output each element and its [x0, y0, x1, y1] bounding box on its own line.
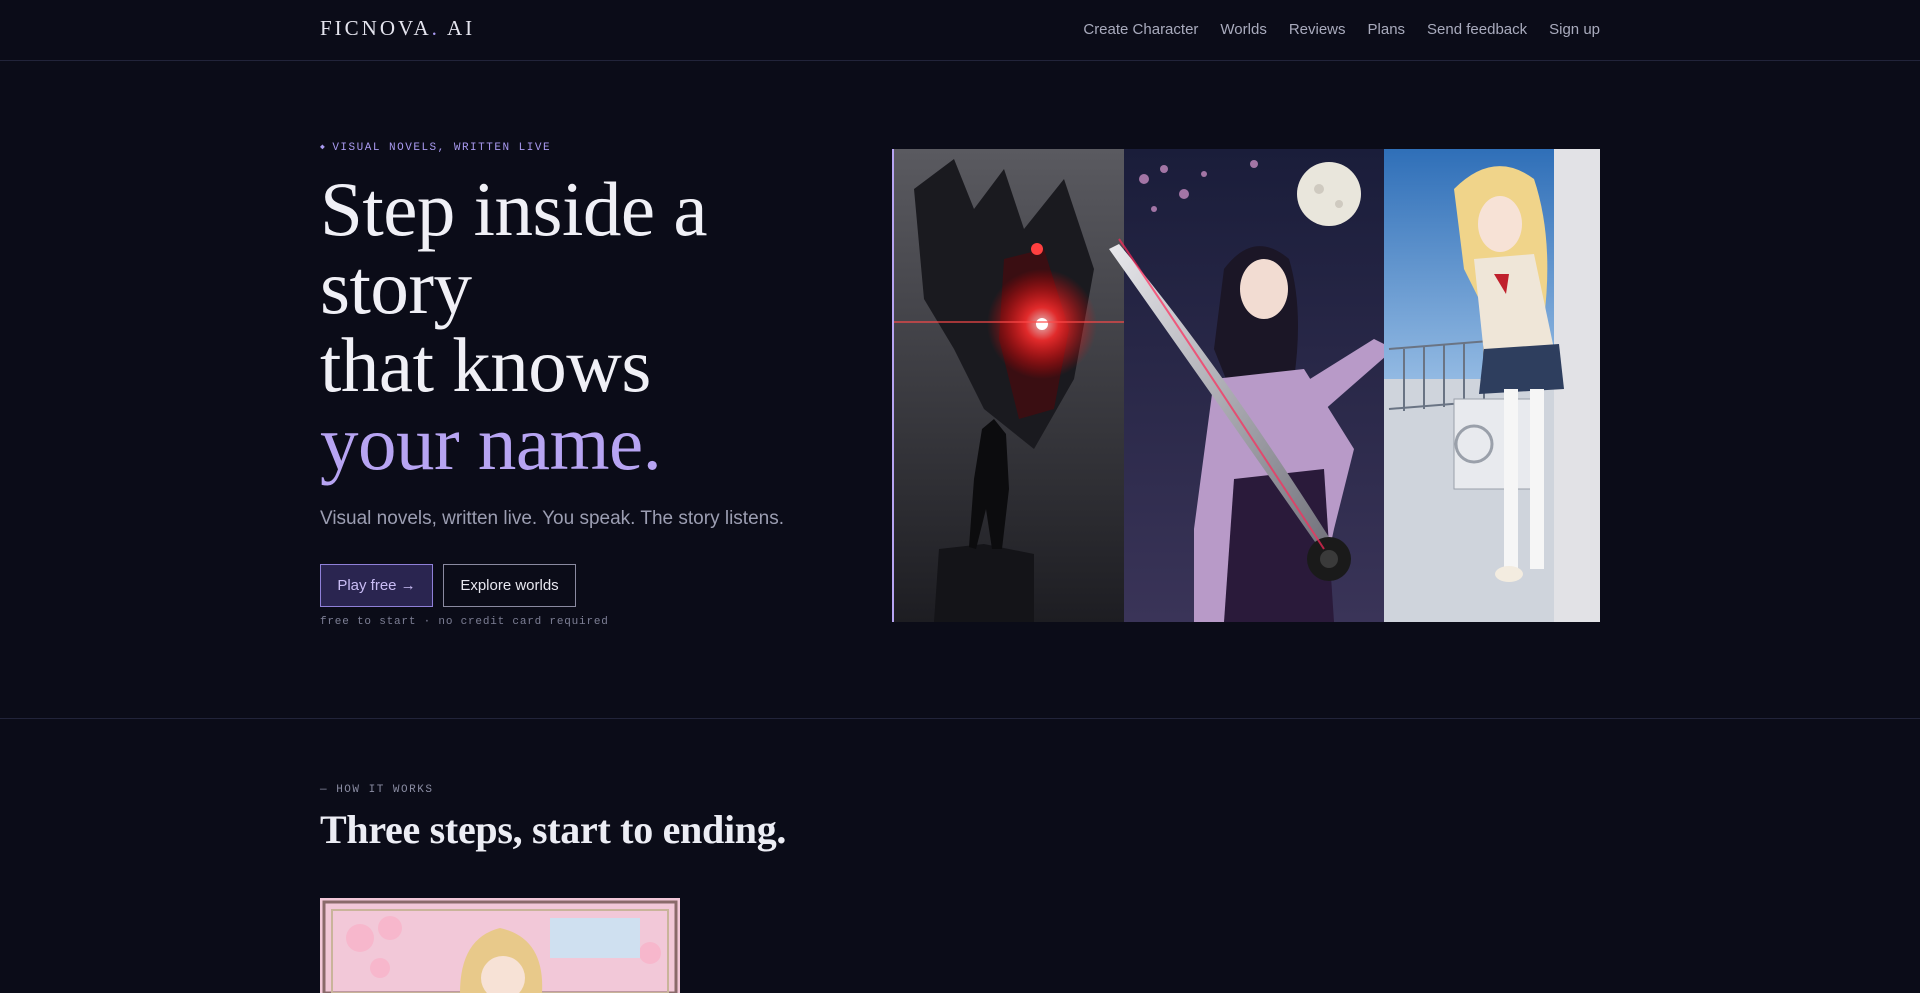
nav-links: Create Character Worlds Reviews Plans Se… [1083, 21, 1600, 38]
headline-line-2: story [320, 244, 472, 330]
hero-subline: Visual novels, written live. You speak. … [320, 508, 784, 529]
top-nav: FICNOVA. AI Create Character Worlds Revi… [0, 0, 1920, 61]
hero-eyebrow: ◆ VISUAL NOVELS, WRITTEN LIVE [320, 142, 551, 154]
section-divider [0, 718, 1920, 719]
step-card-art [320, 898, 680, 993]
logo-main: FICNOVA [320, 16, 432, 40]
hero-illustration [892, 149, 1600, 622]
logo-suffix: AI [439, 16, 476, 40]
nav-link-plans[interactable]: Plans [1368, 21, 1406, 38]
headline-line-1: Step inside a [320, 166, 708, 252]
logo-dot: . [431, 16, 440, 40]
how-it-works-eyebrow: — HOW IT WORKS [320, 784, 434, 796]
nav-link-create-character[interactable]: Create Character [1083, 21, 1198, 38]
hero-illustration-art [894, 149, 1600, 622]
how-it-works-title: Three steps, start to ending. [320, 807, 787, 852]
hero-fine-print: free to start · no credit card required [320, 616, 609, 628]
nav-link-reviews[interactable]: Reviews [1289, 21, 1346, 38]
explore-worlds-button[interactable]: Explore worlds [443, 564, 576, 607]
nav-link-send-feedback[interactable]: Send feedback [1427, 21, 1527, 38]
diamond-icon: ◆ [320, 143, 327, 152]
headline-line-3: that knows [320, 322, 651, 408]
nav-link-worlds[interactable]: Worlds [1220, 21, 1266, 38]
hero-eyebrow-text: VISUAL NOVELS, WRITTEN LIVE [332, 142, 552, 154]
nav-link-sign-up[interactable]: Sign up [1549, 21, 1600, 38]
headline-accent: your name. [320, 400, 662, 486]
step-card-image [320, 898, 680, 993]
play-free-button[interactable]: Play free → [320, 564, 433, 607]
hero-headline: Step inside a story that knows your name… [320, 170, 860, 482]
brand-logo[interactable]: FICNOVA. AI [320, 16, 475, 41]
